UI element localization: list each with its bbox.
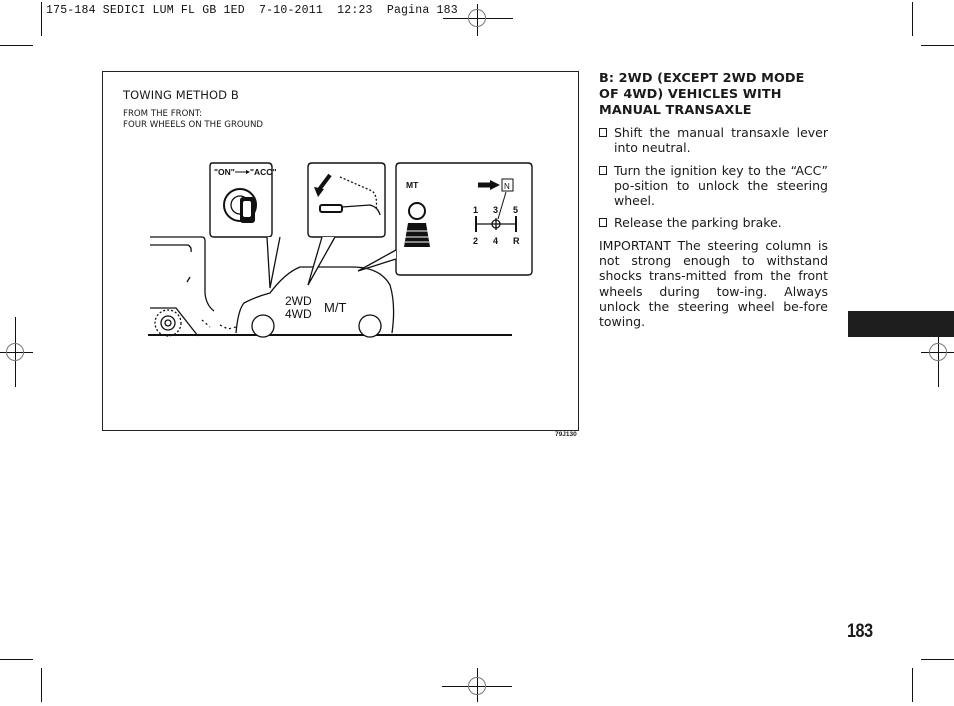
- callout-ignition: "ON" "ACC": [209, 162, 281, 289]
- crop-mark: [912, 2, 913, 36]
- step-item: Release the parking brake.: [599, 215, 828, 230]
- section-heading: B: 2WD (EXCEPT 2WD MODE OF 4WD) VEHICLES…: [599, 71, 805, 118]
- figure-subtitle: FROM THE FRONT: FOUR WHEELS ON THE GROUN…: [123, 109, 263, 130]
- gear-position: 5: [513, 205, 518, 215]
- instructions-column: B: 2WD (EXCEPT 2WD MODE OF 4WD) VEHICLES…: [599, 71, 828, 330]
- brake-lever-icon: [319, 204, 343, 213]
- gear-knob-icon: [408, 202, 426, 220]
- crop-mark: [0, 45, 33, 46]
- crop-mark: [41, 2, 42, 36]
- important-note: IMPORTANT The steering column is not str…: [599, 238, 828, 330]
- checkbox-bullet-icon: [599, 128, 607, 137]
- ignition-label-acc: "ACC": [250, 167, 276, 177]
- towed-car-drawing: 2WD 4WD M/T: [235, 266, 395, 338]
- towing-illustration: 2WD 4WD M/T "ON" "ACC" MT N 1 3 5 2 4 R: [148, 162, 533, 338]
- step-item: Turn the ignition key to the “ACC” po-si…: [599, 163, 828, 209]
- car-label-transmission: M/T: [324, 300, 346, 315]
- callout-gear-shift: MT N 1 3 5 2 4 R: [357, 162, 533, 276]
- tow-truck-drawing: [150, 236, 237, 337]
- figure-code: 79J130: [555, 431, 577, 438]
- neutral-label: N: [504, 182, 510, 191]
- crop-mark: [921, 659, 954, 660]
- figure-subtitle-line: FROM THE FRONT:: [123, 109, 203, 119]
- crop-mark: [41, 668, 42, 702]
- crop-mark: [912, 668, 913, 702]
- page-number: 183: [847, 621, 873, 642]
- printer-slug-line: 175-184 SEDICI LUM FL GB 1ED 7-10-2011 1…: [46, 4, 458, 17]
- ignition-label-on: "ON": [214, 167, 235, 177]
- step-text: Release the parking brake.: [614, 215, 782, 231]
- section-thumb-tab: [848, 311, 954, 337]
- checkbox-bullet-icon: [599, 218, 607, 228]
- gear-position: R: [513, 236, 520, 246]
- gear-position: 1: [473, 205, 478, 215]
- checkbox-bullet-icon: [599, 165, 607, 175]
- step-text: Shift the manual transaxle lever into ne…: [614, 125, 828, 156]
- step-text: Turn the ignition key to the “ACC” po-si…: [614, 162, 828, 209]
- important-label: IMPORTANT: [599, 237, 671, 253]
- gear-position: 2: [473, 236, 478, 246]
- car-label-4wd: 4WD: [285, 307, 312, 321]
- gear-label-mt: MT: [406, 180, 419, 190]
- crop-mark: [0, 659, 33, 660]
- car-label-2wd: 2WD: [285, 294, 312, 308]
- crop-mark: [921, 45, 954, 46]
- figure-subtitle-line: FOUR WHEELS ON THE GROUND: [123, 119, 264, 130]
- gear-position: 4: [493, 236, 498, 246]
- figure-title: TOWING METHOD B: [123, 88, 239, 102]
- step-item: Shift the manual transaxle lever into ne…: [599, 125, 828, 156]
- gear-position: 3: [493, 205, 498, 215]
